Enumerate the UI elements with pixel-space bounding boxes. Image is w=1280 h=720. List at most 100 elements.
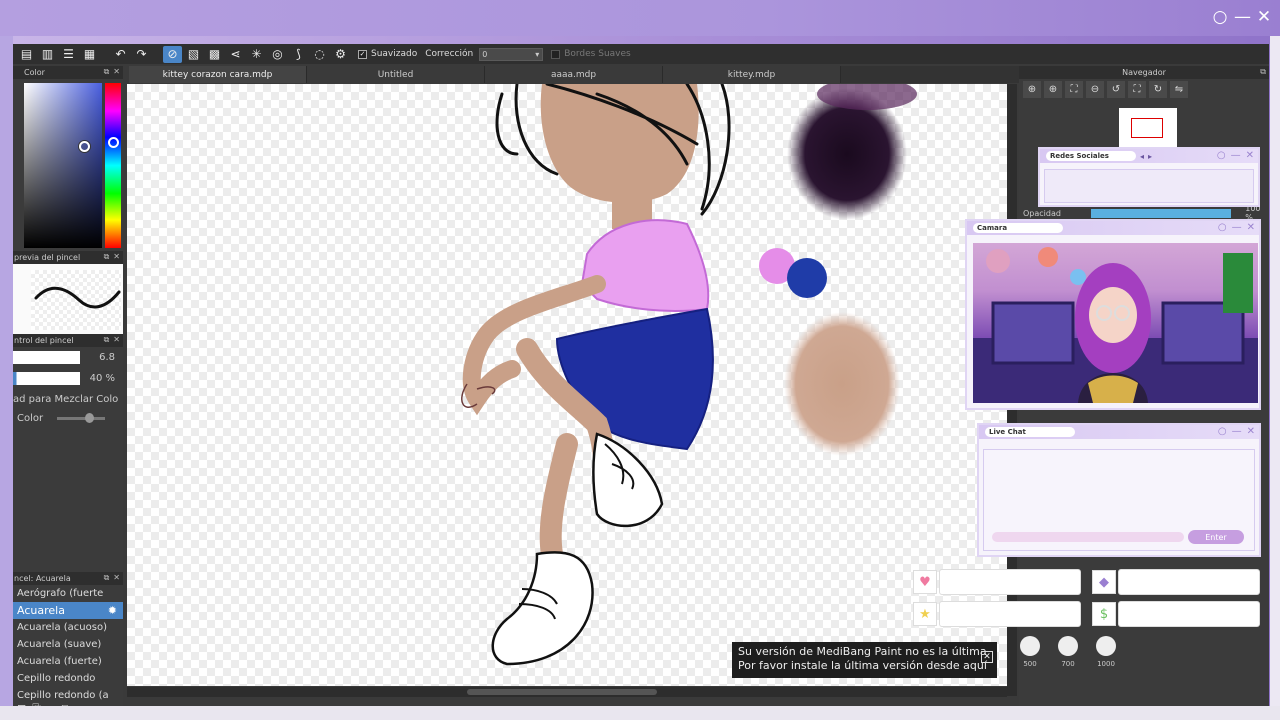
close-icon[interactable]: ✕ [981, 651, 993, 663]
live-chat-messages: Enter [983, 449, 1255, 551]
zoom-out-icon[interactable]: ⊖ [1086, 80, 1104, 98]
live-chat-title: Live Chat [985, 427, 1075, 437]
close-icon[interactable]: ✕ [1256, 7, 1272, 27]
brush-item-round-brush[interactable]: Cepillo redondo [13, 670, 123, 687]
color-mix-label: ad para Mezclar Colo [13, 393, 119, 405]
update-notice-line2: Por favor instale la última versión desd… [738, 659, 987, 672]
minimize-icon[interactable]: — [1234, 7, 1251, 27]
brush-item-watercolor-soft[interactable]: Acuarela (suave) [13, 636, 123, 653]
scroll-thumb[interactable] [467, 689, 657, 695]
update-notice[interactable]: Su versión de MediBang Paint no es la úl… [732, 642, 997, 678]
camera-overlay-title: Camara [973, 223, 1063, 233]
close-icon[interactable]: ✕ [113, 335, 120, 345]
preset-700[interactable]: 700 [1058, 636, 1078, 668]
tab-kittey-corazon[interactable]: kittey corazon cara.mdp [129, 66, 307, 83]
brush-size-slider[interactable] [13, 351, 80, 364]
redo-icon[interactable]: ↷ [132, 46, 151, 63]
minimize-icon[interactable]: — [1232, 222, 1242, 233]
ellipse-snap-icon[interactable]: ◌ [310, 46, 329, 63]
hue-handle[interactable] [108, 137, 119, 148]
navigator-toolbar: ⊕ ⊕ ⛶ ⊖ ↺ ⛶ ↻ ⇋ [1019, 79, 1269, 99]
copy-brush-icon[interactable]: ⎘ [32, 702, 41, 706]
window-controls: ○ — ✕ [1212, 7, 1272, 27]
smoothing-label: Suavizado [371, 49, 418, 59]
folder-icon[interactable]: ▰ [47, 702, 55, 706]
slider-knob[interactable] [85, 412, 95, 423]
cross-snap-icon[interactable]: ▩ [205, 46, 224, 63]
saturation-value-square[interactable] [24, 83, 102, 248]
main-toolbar: ▤ ▥ ☰ ▦ ↶ ↷ ⊘ ▧ ▩ ⋖ ✳ ◎ ⟆ ◌ ⚙ ✓ Suavizad… [13, 44, 1269, 64]
parallel-snap-icon[interactable]: ▧ [184, 46, 203, 63]
brush-item-watercolor-wet[interactable]: Acuarela (acuoso) [13, 619, 123, 636]
navigator-thumbnail[interactable] [1119, 108, 1177, 148]
smoothing-checkbox[interactable]: ✓ Suavizado [358, 49, 417, 59]
layer-opacity-row: Opacidad 100 % [1019, 204, 1269, 222]
color-mix-slider[interactable] [57, 412, 106, 423]
color-picker-handle[interactable] [79, 141, 90, 152]
opacity-slider[interactable] [1090, 208, 1232, 218]
detach-icon[interactable]: ⧉ [104, 335, 110, 345]
menu-icon[interactable]: ☰ [59, 46, 78, 63]
detach-icon[interactable]: ⧉ [104, 252, 110, 262]
circle-snap-icon[interactable]: ◎ [268, 46, 287, 63]
zoom-in-alt-icon[interactable]: ⊕ [1044, 80, 1062, 98]
vanishing-point-icon[interactable]: ⋖ [226, 46, 245, 63]
detach-icon[interactable]: ⧉ [1260, 67, 1266, 77]
chat-enter-button[interactable]: Enter [1188, 530, 1244, 544]
brush-stroke-preview [34, 286, 121, 309]
undo-icon[interactable]: ↶ [111, 46, 130, 63]
flip-icon[interactable]: ⇋ [1170, 80, 1188, 98]
duplicate-icon[interactable]: ⧉ [62, 702, 70, 706]
close-icon[interactable]: ✕ [1247, 222, 1255, 233]
radial-snap-icon[interactable]: ✳ [247, 46, 266, 63]
preset-1000[interactable]: 1000 [1096, 636, 1116, 668]
restore-icon[interactable]: ○ [1212, 7, 1228, 27]
restore-icon[interactable]: ○ [1218, 222, 1227, 233]
brush-list-header: ncel: Acuarela ⧉ ✕ [13, 572, 123, 585]
close-icon[interactable]: ✕ [1246, 150, 1254, 161]
restore-icon[interactable]: ○ [1217, 150, 1226, 161]
hue-slider[interactable] [105, 83, 121, 248]
chat-input[interactable] [992, 532, 1184, 542]
brush-preview [13, 264, 123, 334]
detach-icon[interactable]: ⧉ [104, 573, 110, 583]
brush-item-watercolor[interactable]: Acuarela ✹ [13, 602, 123, 619]
grid-icon[interactable]: ▦ [80, 46, 99, 63]
zoom-presets: 500 700 1000 [1020, 636, 1116, 668]
next-icon[interactable]: ▸ [1148, 152, 1152, 161]
prev-icon[interactable]: ◂ [1140, 152, 1144, 161]
drawing-canvas[interactable] [127, 84, 1007, 686]
panel-icon[interactable]: ▤ [17, 46, 36, 63]
stream-frame-right [1270, 36, 1280, 720]
rotate-left-icon[interactable]: ↺ [1107, 80, 1125, 98]
rotate-right-icon[interactable]: ↻ [1149, 80, 1167, 98]
curve-snap-icon[interactable]: ⟆ [289, 46, 308, 63]
layer-icon[interactable]: ▥ [38, 46, 57, 63]
settings-gear-icon[interactable]: ⚙ [331, 46, 350, 63]
brush-item-airbrush-strong[interactable]: Aerógrafo (fuerte [13, 585, 123, 602]
tab-aaaa[interactable]: aaaa.mdp [485, 66, 663, 83]
snap-off-icon[interactable]: ⊘ [163, 45, 182, 63]
close-icon[interactable]: ✕ [113, 252, 120, 262]
close-icon[interactable]: ✕ [1247, 426, 1255, 437]
fullscreen-icon[interactable]: ⛶ [1128, 80, 1146, 98]
restore-icon[interactable]: ○ [1218, 426, 1227, 437]
minimize-icon[interactable]: — [1232, 426, 1242, 437]
close-icon[interactable]: ✕ [113, 67, 120, 77]
minimize-icon[interactable]: — [1231, 150, 1241, 161]
brush-opacity-slider[interactable] [13, 372, 80, 385]
gear-icon[interactable]: ✹ [108, 604, 117, 617]
horizontal-scrollbar[interactable] [127, 687, 1007, 697]
preset-500[interactable]: 500 [1020, 636, 1040, 668]
tab-untitled[interactable]: Untitled [307, 66, 485, 83]
close-icon[interactable]: ✕ [113, 573, 120, 583]
brush-item-watercolor-strong[interactable]: Acuarela (fuerte) [13, 653, 123, 670]
detach-icon[interactable]: ⧉ [104, 67, 110, 77]
tab-kittey[interactable]: kittey.mdp [663, 66, 841, 83]
social-box-4 [1118, 601, 1260, 627]
soft-edges-checkbox[interactable]: Bordes Suaves [551, 49, 631, 59]
correction-select[interactable]: 0 ▾ [479, 47, 544, 61]
add-brush-icon[interactable]: ⊞ [17, 702, 26, 706]
zoom-in-icon[interactable]: ⊕ [1023, 80, 1041, 98]
fit-icon[interactable]: ⛶ [1065, 80, 1083, 98]
